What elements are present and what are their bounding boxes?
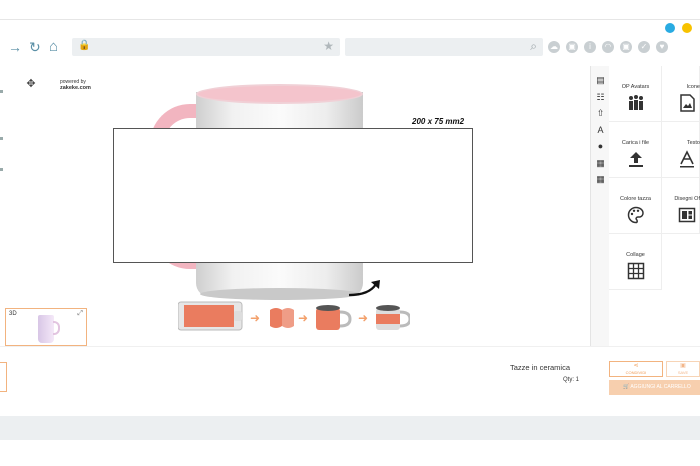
mug-rim xyxy=(196,84,363,104)
camera-icon[interactable]: ▣ xyxy=(620,41,632,53)
share-label: CONDIVIDI xyxy=(625,370,647,375)
print-steps-illustration: ➜ ➜ ➜ xyxy=(177,300,412,334)
browser-toolbar: → ↻ ⌂ 🔒 ★ ⌕ ☁ ▣ i ◠ ▣ ✓ ♥ xyxy=(0,36,700,58)
thumbnail-label: 3D xyxy=(9,311,17,317)
print-steps-graphic xyxy=(177,301,412,331)
tool-colore-tazza[interactable]: Colore tazza xyxy=(609,178,662,234)
add-to-cart-label: AGGIUNGI AL CARRELLO xyxy=(630,384,691,390)
tool-carica-file[interactable]: Carica i file xyxy=(609,122,662,178)
print-area-size: 200 x 75 mm2 xyxy=(412,117,465,126)
reload-icon[interactable]: ↻ xyxy=(29,38,41,56)
tool-label: OP Avatars xyxy=(621,84,650,90)
tool-op-avatars[interactable]: OP Avatars xyxy=(609,66,662,122)
bottom-band xyxy=(0,416,700,440)
window-controls xyxy=(665,23,692,33)
tool-label: Disegni Of xyxy=(674,196,700,202)
left-collapsed-tab[interactable] xyxy=(0,362,7,392)
tool-label: Testo xyxy=(686,140,700,146)
heart-icon[interactable]: ♥ xyxy=(656,41,668,53)
shield-icon[interactable]: ✓ xyxy=(638,41,650,53)
share-icon: ⋖ xyxy=(633,363,639,369)
cloud-icon[interactable]: ☁ xyxy=(548,41,560,53)
print-area[interactable] xyxy=(113,128,473,263)
info-icon[interactable]: i xyxy=(584,41,596,53)
tool-label: Collage xyxy=(626,252,645,258)
left-edge-marker xyxy=(0,168,3,171)
text-icon xyxy=(680,150,694,168)
document-icon[interactable]: ▤ xyxy=(595,75,606,86)
rotate-arrow-icon[interactable] xyxy=(346,278,384,298)
tool-label: Carica i file xyxy=(621,140,650,146)
save-label: SAVE xyxy=(677,370,689,375)
step-arrow-icon: ➜ xyxy=(298,311,309,325)
upload-icon[interactable]: ⇧ xyxy=(595,108,606,119)
extension-icons: ☁ ▣ i ◠ ▣ ✓ ♥ xyxy=(548,38,668,53)
move-icon[interactable]: ✥ xyxy=(25,78,37,90)
mug-bottom xyxy=(200,288,360,300)
bottom-spacer xyxy=(0,440,700,466)
camera-icon[interactable]: ▣ xyxy=(566,41,578,53)
window-dot-blue[interactable] xyxy=(665,23,675,33)
lock-icon: 🔒 xyxy=(78,40,91,51)
text-icon[interactable]: A xyxy=(595,125,606,136)
tool-collage[interactable]: Collage xyxy=(609,234,662,290)
search-icon[interactable]: ⌕ xyxy=(530,39,537,54)
product-quantity: Qty: 1 xyxy=(563,377,580,383)
tool-label: Icone xyxy=(686,84,700,90)
star-icon[interactable]: ★ xyxy=(323,39,334,53)
image-icon xyxy=(680,94,695,112)
grid-icon[interactable]: ▦ xyxy=(595,174,606,185)
expand-icon[interactable]: ⤢ xyxy=(77,310,83,318)
tool-strip: ▤ ☷ ⇧ A ● ▦ ▦ xyxy=(590,66,609,346)
home-icon[interactable]: ⌂ xyxy=(49,38,58,56)
palette-icon xyxy=(627,206,644,224)
powered-by: powered by zakeke.com xyxy=(60,79,91,91)
layout-icon[interactable]: ▦ xyxy=(595,158,606,169)
thumbnail-mug-handle xyxy=(53,321,60,335)
tool-icone[interactable]: Icone xyxy=(662,66,700,122)
step-arrow-icon: ➜ xyxy=(358,311,369,325)
product-name: Tazze in ceramica xyxy=(510,363,571,372)
tool-label: Colore tazza xyxy=(620,196,651,202)
wifi-icon[interactable]: ◠ xyxy=(602,41,614,53)
save-icon: ▣ xyxy=(680,363,686,369)
add-to-cart-button[interactable]: 🛒 AGGIUNGI AL CARRELLO xyxy=(609,380,700,395)
upload-icon xyxy=(629,152,643,167)
palette-icon[interactable]: ● xyxy=(595,141,606,152)
layout-icon xyxy=(678,207,696,223)
window-top-strip xyxy=(0,0,700,20)
window-dot-yellow[interactable] xyxy=(682,23,692,33)
tool-testo[interactable]: Testo xyxy=(662,122,700,178)
brand-name: zakeke.com xyxy=(60,85,91,91)
forward-icon[interactable]: → xyxy=(8,38,22,56)
tool-disegni[interactable]: Disegni Of xyxy=(662,178,700,234)
avatars-icon[interactable]: ☷ xyxy=(595,92,606,103)
thumbnail-mug xyxy=(38,315,54,343)
search-input[interactable]: ⌕ xyxy=(345,38,543,56)
left-edge-marker xyxy=(0,90,3,93)
left-edge-marker xyxy=(0,137,3,140)
grid-icon xyxy=(627,262,645,280)
3d-preview-thumbnail[interactable]: 3D ⤢ xyxy=(5,308,87,346)
url-input[interactable]: 🔒 ★ xyxy=(72,38,340,56)
step-arrow-icon: ➜ xyxy=(250,311,261,325)
save-button[interactable]: ▣ SAVE xyxy=(666,361,700,377)
tool-panel: OP Avatars Icone Carica i file Testo Col… xyxy=(609,66,700,346)
product-footer xyxy=(0,346,700,416)
avatars-icon xyxy=(629,95,643,110)
share-button[interactable]: ⋖ CONDIVIDI xyxy=(609,361,663,377)
